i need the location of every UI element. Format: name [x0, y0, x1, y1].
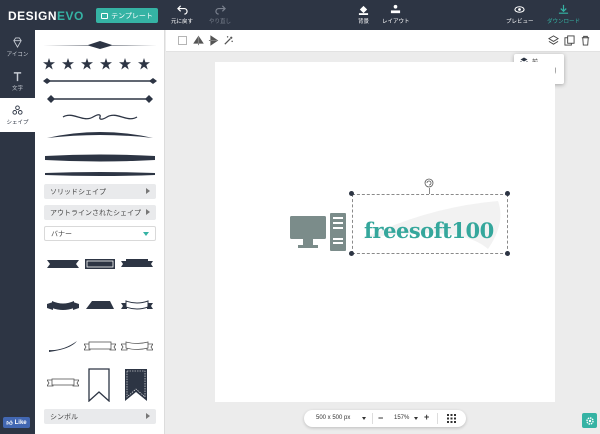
template-icon	[101, 12, 109, 19]
rotate-handle-icon[interactable]	[424, 178, 434, 188]
banner-shape-5[interactable]	[84, 298, 116, 312]
resize-handle-top-left[interactable]	[349, 191, 354, 196]
wave-divider-shape[interactable]	[43, 128, 157, 142]
divider	[437, 413, 438, 424]
top-bar: DESIGNEVO テンプレート 元に戻す やり直し 背景 レイアウト プレビュ…	[0, 0, 600, 30]
caret-right-icon	[146, 209, 150, 215]
divider-shape[interactable]	[43, 40, 157, 50]
redo-button[interactable]: やり直し	[209, 4, 231, 25]
computer-icon[interactable]	[289, 212, 347, 252]
tab-text[interactable]: 文字	[0, 64, 35, 98]
select-all-checkbox[interactable]	[178, 36, 187, 45]
diamond-divider-shape[interactable]	[43, 94, 157, 104]
bookmark-outline-shape[interactable]	[88, 368, 110, 402]
size-caret-icon[interactable]	[362, 417, 366, 420]
star-row-shape[interactable]	[43, 58, 157, 70]
brush-stroke-shape-2[interactable]	[43, 168, 157, 180]
banner-shape-2[interactable]	[84, 257, 116, 271]
swirl-divider-shape[interactable]	[43, 110, 157, 124]
banner-shape-7[interactable]	[47, 339, 79, 353]
outline-shapes-dropdown[interactable]: アウトラインされたシェイプ	[44, 205, 156, 220]
caret-down-icon	[143, 232, 149, 236]
download-button[interactable]: ダウンロード	[547, 4, 580, 25]
paint-bucket-icon	[358, 5, 369, 15]
canvas-toolbar	[166, 30, 600, 52]
grid-icon[interactable]	[447, 414, 456, 423]
facebook-like-button[interactable]: 👍︎ Like	[3, 417, 30, 428]
canvas-bottom-bar: 500 x 500 px − 157% +	[304, 410, 466, 427]
zoom-level: 157%	[394, 415, 410, 421]
zoom-in-button[interactable]: +	[424, 412, 429, 422]
banner-shape-9[interactable]	[121, 339, 153, 353]
zoom-out-button[interactable]: −	[378, 413, 383, 423]
brush-stroke-shape[interactable]	[43, 152, 157, 164]
divider	[372, 413, 373, 424]
arrow-divider-shape[interactable]	[43, 76, 157, 86]
app-logo[interactable]: DESIGNEVO	[8, 9, 84, 23]
text-icon	[13, 71, 22, 81]
eye-icon	[514, 6, 525, 13]
banner-shape-3[interactable]	[121, 257, 153, 271]
flip-horizontal-icon[interactable]	[193, 35, 204, 46]
left-tab-bar: アイコン 文字 シェイプ 👍︎ Like	[0, 30, 35, 434]
layout-icon	[391, 4, 401, 14]
shapes-panel: ソリッドシェイプ アウトラインされたシェイプ バナー シンボル	[35, 30, 165, 434]
caret-right-icon	[146, 413, 150, 419]
effect-wand-icon[interactable]	[223, 35, 234, 46]
copy-icon[interactable]	[564, 35, 575, 46]
layout-button[interactable]: レイアウト	[382, 4, 410, 25]
caret-right-icon	[146, 188, 150, 194]
diamond-icon	[13, 36, 22, 48]
download-icon	[558, 4, 569, 14]
solid-shapes-dropdown[interactable]: ソリッドシェイプ	[44, 184, 156, 199]
gear-icon	[585, 416, 594, 425]
layers-icon[interactable]	[548, 35, 559, 46]
tab-icons[interactable]: アイコン	[0, 30, 35, 64]
symbol-dropdown[interactable]: シンボル	[44, 409, 156, 424]
settings-button[interactable]	[582, 413, 597, 428]
undo-button[interactable]: 元に戻す	[171, 4, 193, 25]
zoom-caret-icon[interactable]	[414, 417, 418, 420]
banner-shape-6[interactable]	[121, 298, 153, 312]
trash-icon[interactable]	[580, 35, 591, 46]
tab-shapes[interactable]: シェイプ	[0, 98, 35, 132]
undo-icon	[176, 5, 188, 15]
banner-shape-8[interactable]	[84, 339, 116, 353]
rotate-handle-stem	[429, 188, 430, 194]
bookmark-stitched-shape[interactable]	[124, 368, 148, 402]
flip-vertical-icon[interactable]	[208, 35, 219, 46]
banner-shape-10[interactable]	[47, 376, 79, 390]
resize-handle-bottom-right[interactable]	[505, 251, 510, 256]
background-button[interactable]: 背景	[358, 4, 369, 25]
resize-handle-bottom-left[interactable]	[349, 251, 354, 256]
banner-dropdown[interactable]: バナー	[44, 226, 156, 241]
resize-handle-top-right[interactable]	[505, 191, 510, 196]
preview-button[interactable]: プレビュー	[506, 4, 534, 25]
thumbs-up-icon: 👍︎	[6, 420, 13, 427]
banner-shape-1[interactable]	[47, 257, 79, 271]
template-button[interactable]: テンプレート	[96, 8, 158, 23]
canvas-size-select[interactable]: 500 x 500 px	[316, 415, 350, 421]
shapes-icon	[12, 104, 23, 115]
redo-icon	[214, 5, 226, 15]
logo-text[interactable]: freesoft100	[364, 218, 494, 243]
banner-shape-4[interactable]	[47, 298, 79, 312]
